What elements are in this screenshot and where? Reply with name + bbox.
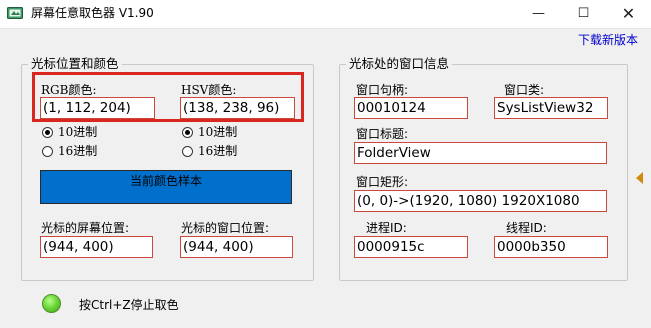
hsv-label: HSV颜色: (181, 83, 237, 97)
hsv-decimal-label: 10进制 (198, 125, 238, 139)
process-id-field[interactable]: 0000915c (354, 236, 468, 258)
window-caption-label: 窗口标题: (356, 127, 409, 141)
hsv-decimal-radio[interactable] (182, 127, 193, 138)
hsv-hex-radio[interactable] (182, 146, 193, 157)
process-id-label: 进程ID: (366, 221, 407, 235)
collapse-arrow-icon[interactable] (636, 172, 643, 184)
group-title-cursor-color: 光标位置和颜色 (28, 55, 122, 73)
watermark-logo (506, 262, 646, 324)
window-title: 屏幕任意取色器 V1.90 (31, 6, 154, 20)
window-class-label: 窗口类: (504, 83, 545, 97)
window-position-field[interactable]: (944, 400) (180, 236, 293, 258)
screen-position-label: 光标的屏幕位置: (41, 221, 130, 235)
rgb-decimal-radio[interactable] (42, 127, 53, 138)
rgb-value-field[interactable]: (1, 112, 204) (40, 97, 155, 119)
app-icon (7, 7, 23, 19)
rgb-hex-label: 16进制 (58, 144, 98, 158)
maximize-button[interactable]: ☐ (561, 0, 606, 28)
app-window: 屏幕任意取色器 V1.90 — ☐ ✕ 下载新版本 光标位置和颜色 RGB颜色:… (0, 0, 651, 328)
title-bar: 屏幕任意取色器 V1.90 — ☐ ✕ (0, 0, 651, 29)
window-rect-field[interactable]: (0, 0)->(1920, 1080) 1920X1080 (354, 190, 607, 212)
minimize-button[interactable]: — (516, 0, 561, 28)
status-indicator-icon (42, 294, 61, 313)
rgb-hex-radio[interactable] (42, 146, 53, 157)
stop-picking-hint: 按Ctrl+Z停止取色 (79, 298, 179, 312)
close-button[interactable]: ✕ (606, 0, 651, 28)
window-rect-label: 窗口矩形: (356, 175, 409, 189)
current-color-sample-label: 当前颜色样本 (129, 174, 202, 188)
window-handle-field[interactable]: 00010124 (354, 97, 468, 119)
thread-id-field[interactable]: 0000b350 (494, 236, 608, 258)
hsv-value-field[interactable]: (138, 238, 96) (180, 97, 295, 119)
rgb-label: RGB颜色: (41, 83, 97, 97)
window-class-field[interactable]: SysListView32 (494, 97, 608, 119)
screen-position-field[interactable]: (944, 400) (40, 236, 153, 258)
window-caption-field[interactable]: FolderView (354, 142, 607, 164)
window-handle-label: 窗口句柄: (356, 83, 409, 97)
hsv-hex-label: 16进制 (198, 144, 238, 158)
download-new-version-link[interactable]: 下载新版本 (578, 31, 638, 48)
thread-id-label: 线程ID: (506, 221, 547, 235)
current-color-sample: 当前颜色样本 (40, 170, 292, 204)
rgb-decimal-label: 10进制 (58, 125, 98, 139)
window-position-label: 光标的窗口位置: (181, 221, 270, 235)
group-title-window-info: 光标处的窗口信息 (346, 55, 453, 73)
